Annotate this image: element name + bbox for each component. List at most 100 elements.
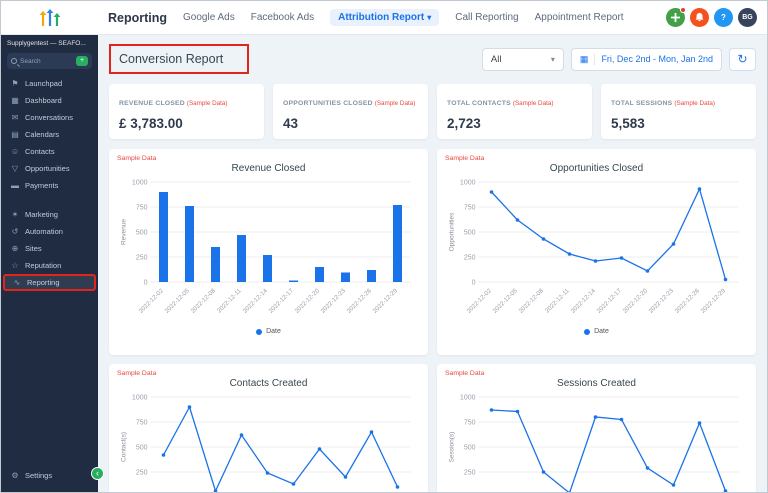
svg-text:Contact(s): Contact(s) — [121, 432, 128, 462]
help-icon[interactable]: ? — [714, 8, 733, 27]
svg-text:2022-12-14: 2022-12-14 — [570, 287, 598, 315]
svg-text:Opportunities: Opportunities — [449, 212, 456, 251]
opportunities-icon: ▽ — [10, 164, 20, 173]
svg-text:2022-12-23: 2022-12-23 — [648, 287, 676, 315]
report-controls: All ▾ ▦ Fri, Dec 2nd - Mon, Jan 2nd ↻ — [482, 48, 756, 71]
legend-marker — [584, 329, 590, 335]
report-tabs: Google Ads Facebook Ads Attribution Repo… — [183, 9, 666, 26]
refresh-button[interactable]: ↻ — [729, 48, 756, 71]
sidebar-item-reporting[interactable]: ∿ Reporting — [3, 274, 96, 291]
chart-card-opportunities-closed: Sample Data Opportunities Closed 0250500… — [437, 149, 756, 355]
svg-text:500: 500 — [464, 230, 476, 237]
reporting-icon: ∿ — [12, 278, 22, 287]
agency-switcher[interactable]: Supplygentest — SEAFO... — [1, 35, 98, 49]
sidebar-item-contacts[interactable]: ☺ Contacts — [3, 143, 96, 160]
svg-text:2022-12-29: 2022-12-29 — [700, 287, 728, 315]
marketing-icon: ✶ — [10, 210, 20, 219]
tab-call-reporting[interactable]: Call Reporting — [455, 12, 518, 23]
notifications-bell-icon[interactable] — [690, 8, 709, 27]
svg-text:500: 500 — [136, 230, 148, 237]
sample-data-label: (Sample Data) — [513, 100, 554, 107]
sidebar-item-reputation[interactable]: ☆ Reputation — [3, 257, 96, 274]
sidebar-search-input[interactable]: Search + — [7, 53, 92, 69]
svg-text:2022-12-26: 2022-12-26 — [674, 287, 702, 315]
sample-data-label: Sample Data — [117, 370, 420, 377]
date-range-picker[interactable]: ▦ Fri, Dec 2nd - Mon, Jan 2nd — [571, 48, 722, 71]
user-avatar[interactable]: BG — [738, 8, 757, 27]
svg-text:0: 0 — [472, 280, 476, 287]
agency-logo[interactable] — [1, 1, 98, 35]
sidebar-item-automation[interactable]: ↺ Automation — [3, 223, 96, 240]
updates-icon[interactable] — [666, 8, 685, 27]
chart-title: Revenue Closed — [117, 163, 420, 174]
chart-title: Opportunities Closed — [445, 163, 748, 174]
stat-revenue-closed: REVENUE CLOSED(Sample Data) £ 3,783.00 — [109, 84, 264, 139]
stat-total-sessions: TOTAL SESSIONS(Sample Data) 5,583 — [601, 84, 756, 139]
svg-text:2022-12-20: 2022-12-20 — [622, 287, 650, 315]
chart-card-revenue-closed: Sample Data Revenue Closed 0250500750100… — [109, 149, 428, 355]
sidebar-item-sites[interactable]: ⊕ Sites — [3, 240, 96, 257]
svg-text:250: 250 — [464, 470, 476, 477]
report-content: Conversion Report All ▾ ▦ Fri, Dec 2nd -… — [98, 35, 767, 492]
svg-text:1000: 1000 — [132, 395, 148, 402]
svg-text:2022-12-29: 2022-12-29 — [372, 287, 400, 315]
svg-text:750: 750 — [464, 205, 476, 212]
calendar-icon: ▦ — [580, 54, 596, 65]
svg-text:2022-12-17: 2022-12-17 — [268, 287, 296, 315]
filter-dropdown[interactable]: All ▾ — [482, 48, 564, 71]
svg-text:2022-12-11: 2022-12-11 — [216, 287, 243, 314]
quick-add-button[interactable]: + — [76, 56, 88, 66]
collapse-sidebar-button[interactable]: ‹ — [91, 467, 104, 480]
svg-text:1000: 1000 — [132, 180, 148, 187]
sample-data-label: (Sample Data) — [674, 100, 715, 107]
sidebar-item-launchpad[interactable]: ⚑ Launchpad — [3, 75, 96, 92]
sidebar-item-dashboard[interactable]: ▦ Dashboard — [3, 92, 96, 109]
refresh-icon: ↻ — [737, 52, 747, 66]
svg-text:Session(s): Session(s) — [449, 432, 456, 463]
chart-legend: Date — [117, 328, 420, 335]
calendars-icon: ▤ — [10, 130, 20, 139]
tab-appointment-report[interactable]: Appointment Report — [535, 12, 624, 23]
tab-attribution-report[interactable]: Attribution Report ▾ — [330, 9, 439, 26]
sidebar-item-conversations[interactable]: ✉ Conversations — [3, 109, 96, 126]
stat-value: 2,723 — [447, 116, 582, 131]
svg-text:2022-12-08: 2022-12-08 — [190, 287, 218, 315]
payments-icon: ▬ — [10, 181, 20, 190]
sidebar-item-opportunities[interactable]: ▽ Opportunities — [3, 160, 96, 177]
svg-text:750: 750 — [136, 420, 148, 427]
notification-dot — [680, 7, 686, 13]
tab-facebook-ads[interactable]: Facebook Ads — [251, 12, 314, 23]
top-bar: Reporting Google Ads Facebook Ads Attrib… — [98, 1, 767, 35]
contacts-icon: ☺ — [10, 147, 20, 156]
agency-name: Supplygentest — SEAFO... — [7, 40, 92, 47]
svg-text:250: 250 — [136, 255, 148, 262]
svg-text:500: 500 — [136, 445, 148, 452]
sidebar-item-marketing[interactable]: ✶ Marketing — [3, 206, 96, 223]
chart-title: Sessions Created — [445, 378, 748, 389]
svg-text:2022-12-08: 2022-12-08 — [518, 287, 546, 315]
chart-legend: Date — [445, 328, 748, 335]
search-placeholder: Search — [20, 58, 73, 65]
svg-text:250: 250 — [464, 255, 476, 262]
sample-data-label: (Sample Data) — [375, 100, 416, 107]
contacts-created-chart: 02505007501000Contact(s)2022-12-022022-1… — [117, 391, 420, 492]
stat-value: £ 3,783.00 — [119, 116, 254, 131]
chart-card-sessions-created: Sample Data Sessions Created 02505007501… — [437, 364, 756, 492]
opportunities-closed-chart: 02505007501000Opportunities2022-12-02202… — [445, 176, 748, 328]
sidebar: Supplygentest — SEAFO... Search + ⚑ Laun… — [1, 1, 98, 492]
automation-icon: ↺ — [10, 227, 20, 236]
menu-group-divider — [1, 194, 98, 206]
sidebar-item-payments[interactable]: ▬ Payments — [3, 177, 96, 194]
svg-text:500: 500 — [464, 445, 476, 452]
tab-google-ads[interactable]: Google Ads — [183, 12, 235, 23]
stat-opportunities-closed: OPPORTUNITIES CLOSED(Sample Data) 43 — [273, 84, 428, 139]
sidebar-item-settings[interactable]: ⚙ Settings — [3, 467, 96, 484]
page-title: Reporting — [108, 11, 167, 25]
revenue-closed-chart: 02505007501000Revenue2022-12-022022-12-0… — [117, 176, 420, 328]
launchpad-icon: ⚑ — [10, 79, 20, 88]
search-icon — [11, 58, 17, 64]
svg-text:2022-12-14: 2022-12-14 — [242, 287, 270, 315]
sidebar-item-calendars[interactable]: ▤ Calendars — [3, 126, 96, 143]
chart-card-contacts-created: Sample Data Contacts Created 02505007501… — [109, 364, 428, 492]
svg-text:1000: 1000 — [460, 395, 476, 402]
